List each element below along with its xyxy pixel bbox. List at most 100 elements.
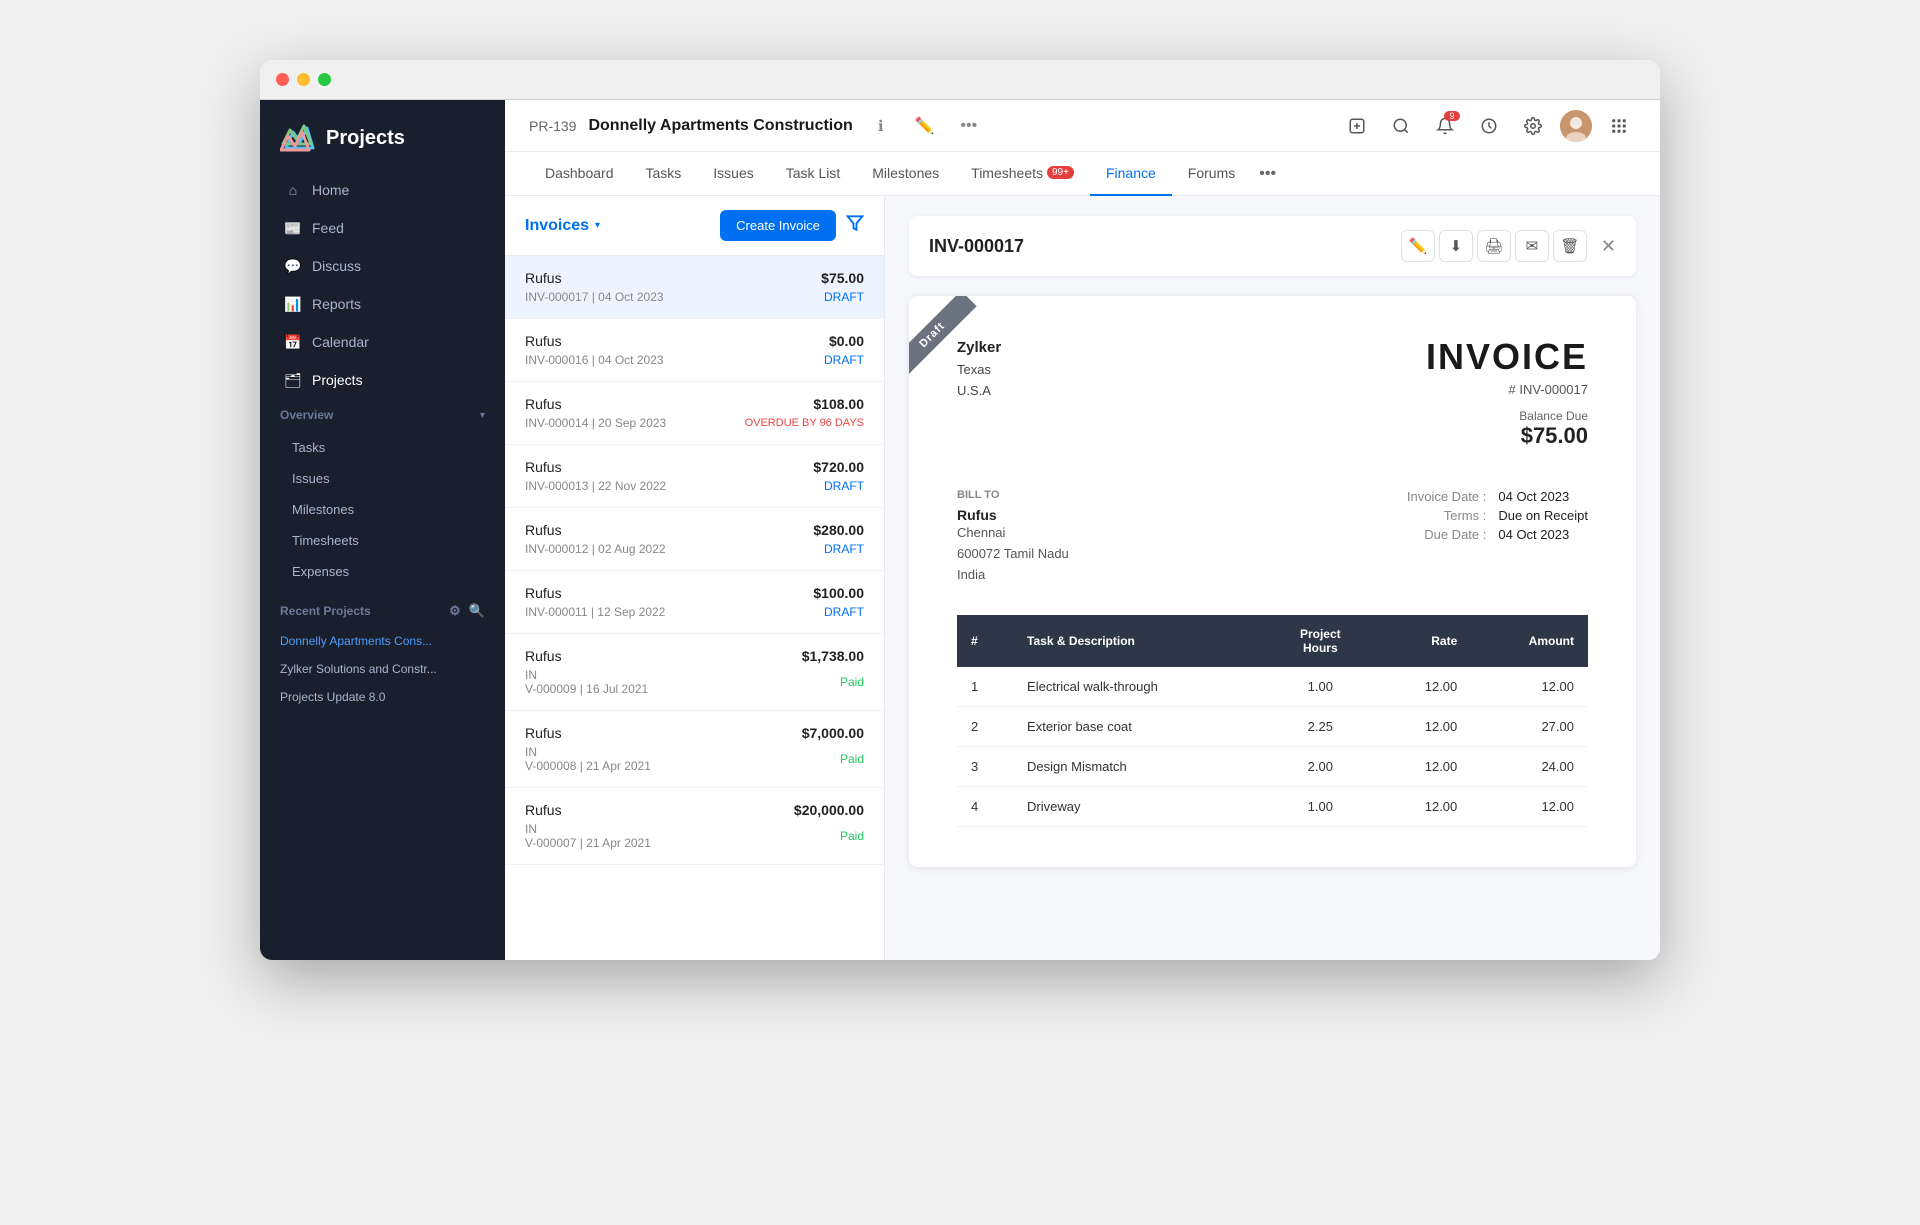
sidebar-item-discuss-label: Discuss — [312, 258, 361, 274]
grid-menu-button[interactable] — [1602, 109, 1636, 143]
detail-email-button[interactable]: ✉ — [1515, 230, 1549, 262]
invoice-number-ref: # INV-000017 — [1426, 382, 1588, 397]
invoice-list-item[interactable]: Rufus $280.00 INV-000012 | 02 Aug 2022 D… — [505, 508, 884, 571]
invoice-client: Rufus — [525, 333, 562, 349]
sidebar-item-projects[interactable]: 🗂 Projects — [272, 362, 493, 398]
line-item-rate: 12.00 — [1375, 667, 1471, 707]
invoice-list-item[interactable]: Rufus $1,738.00 INV-000009 | 16 Jul 2021… — [505, 634, 884, 711]
invoice-list-item[interactable]: Rufus $7,000.00 INV-000008 | 21 Apr 2021… — [505, 711, 884, 788]
detail-download-button[interactable]: ⬇ — [1439, 230, 1473, 262]
subnav-tasks[interactable]: Tasks — [272, 432, 493, 463]
bill-to-label: Bill To — [957, 489, 1069, 501]
subnav-milestones[interactable]: Milestones — [272, 494, 493, 525]
sidebar-item-feed[interactable]: 📰 Feed — [272, 210, 493, 246]
invoices-dropdown-icon[interactable]: ▾ — [595, 220, 600, 231]
recent-projects-section: Recent Projects ⚙ 🔍 Donnelly Apartments … — [260, 587, 505, 719]
invoices-label[interactable]: Invoices — [525, 217, 589, 235]
col-header-task: Task & Description — [1013, 615, 1266, 667]
sub-nav: Tasks Issues Milestones Timesheets Expen… — [260, 432, 505, 587]
project-more-icon[interactable]: ••• — [953, 110, 985, 142]
invoice-doc-top: Zylker Texas U.S.A INVOICE # INV-000017 … — [957, 336, 1588, 449]
invoice-client: Rufus — [525, 802, 562, 818]
invoice-ref-id: V-000008 | 21 Apr 2021 — [525, 759, 651, 773]
invoice-line-item-row: 2 Exterior base coat 2.25 12.00 27.00 — [957, 707, 1588, 747]
tab-timesheets[interactable]: Timesheets 99+ — [955, 152, 1090, 196]
project-link-update[interactable]: Projects Update 8.0 — [272, 683, 493, 711]
due-date-label: Due Date : — [1386, 527, 1486, 542]
terms-row: Terms : Due on Receipt — [1386, 508, 1588, 523]
maximize-dot[interactable] — [318, 73, 331, 86]
subnav-expenses[interactable]: Expenses — [272, 556, 493, 587]
invoice-ref-prefix: IN — [525, 822, 537, 836]
invoice-list-item[interactable]: Rufus $100.00 INV-000011 | 12 Sep 2022 D… — [505, 571, 884, 634]
invoice-ref-prefix: IN — [525, 745, 537, 759]
search-button[interactable] — [1384, 109, 1418, 143]
line-item-task: Design Mismatch — [1013, 747, 1266, 787]
subnav-issues[interactable]: Issues — [272, 463, 493, 494]
sidebar-item-reports-label: Reports — [312, 296, 361, 312]
invoice-status: DRAFT — [824, 479, 864, 493]
settings-button[interactable] — [1516, 109, 1550, 143]
invoice-list-item[interactable]: Rufus $108.00 INV-000014 | 20 Sep 2023 O… — [505, 382, 884, 445]
sidebar-nav: ⌂ Home 📰 Feed 💬 Discuss 📊 Reports 📅 — [260, 172, 505, 398]
tab-tasks[interactable]: Tasks — [630, 152, 698, 196]
sidebar-item-feed-label: Feed — [312, 220, 344, 236]
invoice-line-items-table: # Task & Description ProjectHours Rate A… — [957, 615, 1588, 827]
filter-icon[interactable] — [846, 214, 864, 237]
project-link-donnelly[interactable]: Donnelly Apartments Cons... — [272, 627, 493, 655]
sidebar-item-calendar[interactable]: 📅 Calendar — [272, 324, 493, 360]
invoice-list-item[interactable]: Rufus $720.00 INV-000013 | 22 Nov 2022 D… — [505, 445, 884, 508]
project-info-icon[interactable]: ℹ — [865, 110, 897, 142]
recent-projects-settings-icon[interactable]: ⚙ — [449, 603, 461, 619]
overview-toggle[interactable]: Overview ▾ — [260, 398, 505, 432]
invoice-list-item[interactable]: Rufus $20,000.00 INV-000007 | 21 Apr 202… — [505, 788, 884, 865]
recent-projects-search-icon[interactable]: 🔍 — [469, 603, 485, 619]
invoice-list-item[interactable]: Rufus $75.00 INV-000017 | 04 Oct 2023 DR… — [505, 256, 884, 319]
invoice-ref: INV-000011 | 12 Sep 2022 — [525, 605, 665, 619]
invoice-status: DRAFT — [824, 290, 864, 304]
detail-close-button[interactable]: ✕ — [1601, 236, 1616, 257]
line-item-amount: 24.00 — [1471, 747, 1588, 787]
tab-tasklist[interactable]: Task List — [770, 152, 856, 196]
tab-forums[interactable]: Forums — [1172, 152, 1251, 196]
invoice-client: Rufus — [525, 648, 562, 664]
invoice-document: Draft Zylker Texas U.S.A INVOICE — [909, 296, 1636, 867]
sidebar-item-reports[interactable]: 📊 Reports — [272, 286, 493, 322]
tab-dashboard[interactable]: Dashboard — [529, 152, 630, 196]
subnav-timesheets[interactable]: Timesheets — [272, 525, 493, 556]
main-content: PR-139 Donnelly Apartments Construction … — [505, 100, 1660, 960]
invoice-list-item[interactable]: Rufus $0.00 INV-000016 | 04 Oct 2023 DRA… — [505, 319, 884, 382]
invoice-line-item-row: 1 Electrical walk-through 1.00 12.00 12.… — [957, 667, 1588, 707]
tab-finance[interactable]: Finance — [1090, 152, 1172, 196]
invoice-ref-area: INV-000014 | 20 Sep 2023 — [525, 416, 666, 430]
detail-delete-button[interactable]: 🗑 — [1553, 230, 1587, 262]
tab-more-icon[interactable]: ••• — [1251, 165, 1284, 183]
project-link-zylker[interactable]: Zylker Solutions and Constr... — [272, 655, 493, 683]
sidebar-item-discuss[interactable]: 💬 Discuss — [272, 248, 493, 284]
detail-edit-button[interactable]: ✏️ — [1401, 230, 1435, 262]
sender-info: Zylker Texas U.S.A — [957, 336, 1001, 402]
invoice-ref-area: INV-000016 | 04 Oct 2023 — [525, 353, 664, 367]
create-invoice-button[interactable]: Create Invoice — [720, 210, 836, 241]
add-button[interactable] — [1340, 109, 1374, 143]
timer-button[interactable] — [1472, 109, 1506, 143]
line-item-task: Electrical walk-through — [1013, 667, 1266, 707]
sidebar-item-home-label: Home — [312, 182, 349, 198]
line-item-hours: 1.00 — [1266, 787, 1375, 827]
sender-line2: U.S.A — [957, 381, 1001, 402]
invoice-client: Rufus — [525, 396, 562, 412]
tab-milestones[interactable]: Milestones — [856, 152, 955, 196]
invoice-status: DRAFT — [824, 542, 864, 556]
invoice-status: OVERDUE BY 96 DAYS — [745, 417, 864, 429]
close-dot[interactable] — [276, 73, 289, 86]
minimize-dot[interactable] — [297, 73, 310, 86]
project-edit-icon[interactable]: ✏️ — [909, 110, 941, 142]
line-item-amount: 12.00 — [1471, 787, 1588, 827]
user-avatar[interactable] — [1560, 110, 1592, 142]
detail-print-button[interactable]: 🖨 — [1477, 230, 1511, 262]
tab-issues[interactable]: Issues — [697, 152, 769, 196]
sidebar-item-home[interactable]: ⌂ Home — [272, 172, 493, 208]
invoice-list: Rufus $75.00 INV-000017 | 04 Oct 2023 DR… — [505, 256, 884, 960]
notifications-button[interactable]: 9 — [1428, 109, 1462, 143]
home-icon: ⌂ — [284, 181, 302, 199]
